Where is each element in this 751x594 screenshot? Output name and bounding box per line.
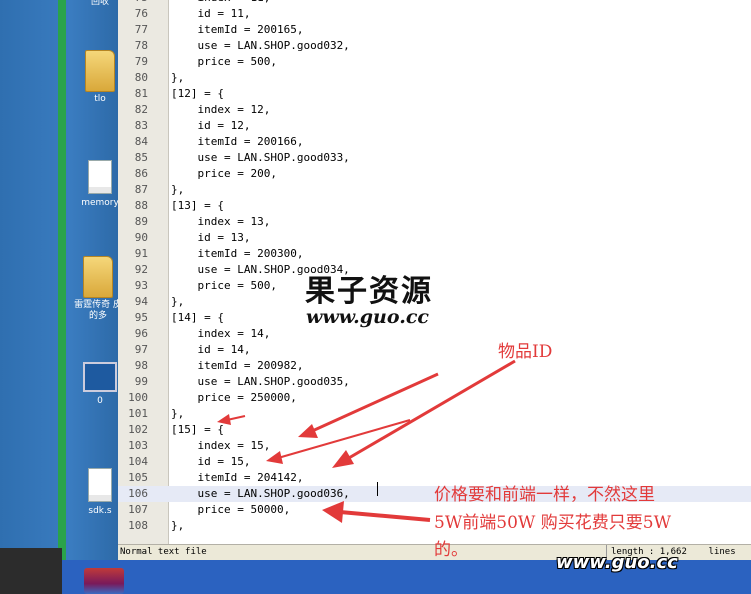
arrow-to-id <box>266 419 411 464</box>
arrow-to-price <box>322 501 431 523</box>
arrow-to-itemid <box>332 359 516 468</box>
arrow-to-index <box>298 372 439 438</box>
arrow-to-brace <box>217 414 246 425</box>
annotation-arrows <box>217 359 516 523</box>
